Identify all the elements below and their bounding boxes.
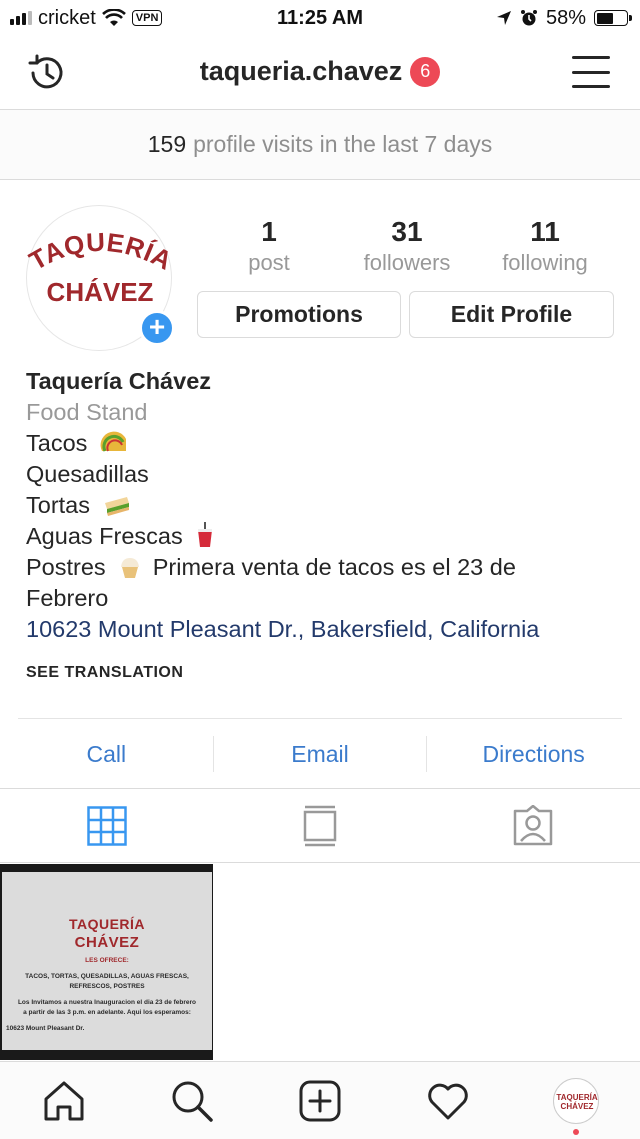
svg-text:CHÁVEZ: CHÁVEZ [561, 1102, 594, 1111]
bio-line: Tortas [26, 490, 616, 521]
avatar[interactable]: TAQUERÍA CHÁVEZ + [26, 205, 175, 351]
followers-label: followers [363, 250, 451, 275]
profile-visits-banner[interactable]: 159 profile visits in the last 7 days [0, 110, 640, 180]
bio-line: Tacos [26, 428, 616, 459]
edit-profile-button[interactable]: Edit Profile [409, 291, 614, 338]
tab-tagged[interactable] [427, 789, 640, 862]
svg-text:TAQUERÍA: TAQUERÍA [556, 1093, 597, 1102]
bio-line: Quesadillas [26, 461, 149, 487]
posts-count: 1 [261, 216, 277, 247]
address-link[interactable]: 10623 Mount Pleasant Dr., Bakersfield, C… [26, 614, 616, 645]
post-text: TACOS, TORTAS, QUESADILLAS, AGUAS FRESCA… [25, 973, 189, 980]
bottom-nav: TAQUERÍA CHÁVEZ [0, 1061, 640, 1139]
active-indicator [573, 1129, 579, 1135]
location-icon [496, 11, 511, 25]
taco-icon [100, 431, 126, 452]
profile-tabs [0, 788, 640, 863]
nav-search[interactable] [128, 1062, 256, 1139]
add-story-button[interactable]: + [139, 310, 175, 346]
battery-icon [594, 10, 632, 26]
nav-activity[interactable] [384, 1062, 512, 1139]
nav-profile[interactable]: TAQUERÍA CHÁVEZ [512, 1062, 640, 1139]
sandwich-icon [104, 497, 129, 516]
post-title-line1: TAQUERÍA [68, 916, 146, 932]
profile-name: Taquería Chávez [26, 368, 212, 394]
visits-text: profile visits in the last 7 days [193, 131, 493, 157]
battery-percent: 58% [545, 6, 586, 29]
post-title-line2: CHÁVEZ [74, 934, 140, 951]
visits-count: 159 [147, 131, 187, 157]
email-button[interactable]: Email [214, 722, 427, 786]
post-text: a partir de las 3 p.m. en adelante. Aqui… [23, 1009, 191, 1016]
stat-posts[interactable]: 1 post [200, 215, 338, 277]
status-bar: cricket VPN 11:25 AM 58% [0, 0, 640, 36]
bio-line: Aguas Frescas [26, 521, 616, 552]
profile-stats: 1 post 31 followers 11 following [200, 215, 614, 277]
post-text: Los Invitamos a nuestra Inauguracion el … [17, 999, 197, 1006]
new-post-icon [299, 1080, 341, 1121]
promotions-button[interactable]: Promotions [197, 291, 401, 338]
logo-text-line1: TAQUERÍA [27, 227, 173, 276]
feed-icon [303, 805, 337, 846]
see-translation-link[interactable]: SEE TRANSLATION [26, 657, 616, 688]
following-label: following [502, 250, 588, 275]
home-icon [44, 1081, 84, 1120]
divider [18, 718, 622, 719]
svg-text:TAQUERÍA: TAQUERÍA [27, 227, 173, 276]
notification-badge: 6 [410, 56, 441, 87]
bio-line: Febrero [26, 585, 109, 611]
logo-text-line2: CHÁVEZ [47, 277, 154, 307]
tagged-icon [514, 804, 553, 845]
followers-count: 31 [391, 216, 423, 247]
search-icon [172, 1081, 213, 1122]
tab-feed[interactable] [213, 789, 426, 862]
contact-options: Call Email Directions [0, 722, 640, 786]
bio-line: Postres Primera venta de tacos es el 23 … [26, 554, 516, 580]
post-text: 10623 Mount Pleasant Dr. [6, 1025, 85, 1032]
tab-grid[interactable] [0, 789, 213, 862]
call-button[interactable]: Call [0, 722, 213, 786]
alarm-icon [520, 10, 537, 26]
posts-label: post [248, 250, 290, 275]
profile-category: Food Stand [26, 399, 148, 425]
cup-icon [198, 522, 213, 547]
directions-button[interactable]: Directions [427, 722, 640, 786]
mini-logo: TAQUERÍA CHÁVEZ [556, 1093, 597, 1111]
post-subtitle: LES OFRECE: [85, 957, 129, 964]
nav-home[interactable] [0, 1062, 128, 1139]
username-title[interactable]: taqueria.chavez [200, 56, 403, 87]
following-count: 11 [530, 216, 560, 247]
stat-followers[interactable]: 31 followers [338, 215, 476, 277]
stat-following[interactable]: 11 following [476, 215, 614, 277]
menu-icon[interactable] [572, 56, 610, 88]
profile-bio: Taquería Chávez Food Stand Tacos Quesadi… [26, 366, 616, 688]
post-image: TAQUERÍA CHÁVEZ LES OFRECE: TACOS, TORTA… [2, 872, 212, 1050]
nav-new-post[interactable] [256, 1062, 384, 1139]
profile-header-bar: taqueria.chavez 6 [0, 36, 640, 110]
post-text: REFRESCOS, POSTRES [69, 983, 145, 990]
profile-icon: TAQUERÍA CHÁVEZ [553, 1077, 599, 1124]
activity-icon [428, 1083, 468, 1119]
grid-icon [86, 805, 127, 846]
cupcake-icon [121, 558, 140, 578]
post-thumbnail[interactable]: TAQUERÍA CHÁVEZ LES OFRECE: TACOS, TORTA… [0, 864, 213, 1060]
